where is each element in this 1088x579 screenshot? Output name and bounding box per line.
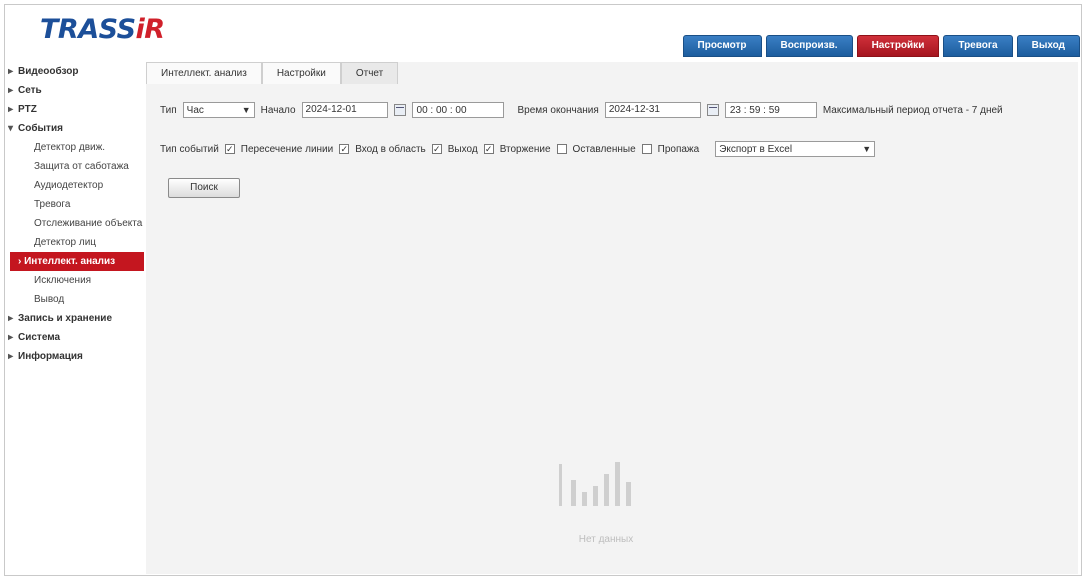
- tab-settings[interactable]: Настройки: [261, 62, 341, 84]
- sidebar-item-storage[interactable]: ▸ Запись и хранение: [8, 309, 144, 328]
- filter-row: Тип Час ▼ Начало 2024-12-01 00 : 00 : 00 …: [160, 102, 1003, 118]
- nav-playback-button[interactable]: Воспроизв.: [765, 35, 853, 57]
- event-type-label: Тип событий: [160, 143, 219, 155]
- option-label: Оставленные: [572, 143, 636, 155]
- checkbox-left-object[interactable]: [556, 144, 567, 154]
- sidebar-item-ptz[interactable]: ▸ PTZ: [8, 100, 144, 119]
- chevron-right-icon: ▸: [8, 313, 14, 324]
- sidebar-item-events[interactable]: ▾ События: [8, 119, 144, 138]
- start-date-field[interactable]: 2024-12-01: [301, 102, 388, 118]
- chevron-down-icon: ▼: [862, 144, 872, 154]
- calendar-icon[interactable]: [706, 104, 719, 116]
- tab-analytics[interactable]: Интеллект. анализ: [146, 62, 262, 84]
- settings-sidebar: ▸ Видеообзор ▸ Сеть ▸ PTZ ▾ События Детектор…: [8, 62, 144, 572]
- sidebar-item-network[interactable]: ▸ Сеть: [8, 81, 144, 100]
- trassir-logo: TRASSiR: [40, 14, 165, 45]
- end-label: Время окончания: [517, 104, 599, 116]
- end-time-field[interactable]: 23 : 59 : 59: [724, 102, 817, 118]
- start-time-field[interactable]: 00 : 00 : 00: [411, 102, 504, 118]
- option-label: Пропажа: [657, 143, 700, 155]
- sidebar-item-tamper[interactable]: Защита от саботажа: [8, 157, 144, 176]
- checkbox-exit[interactable]: ✓: [431, 144, 442, 154]
- chevron-right-icon: ▸: [8, 66, 14, 77]
- chevron-down-icon: ▼: [241, 105, 251, 115]
- main-content: Интеллект. анализ Настройки Отчет Тип Ча…: [146, 62, 1078, 574]
- empty-state-label: Нет данных: [578, 534, 634, 545]
- start-label: Начало: [260, 104, 296, 116]
- option-label: Выход: [447, 143, 478, 155]
- sidebar-item-audio[interactable]: Аудиодетектор: [8, 176, 144, 195]
- option-label: Пересечение линии: [240, 143, 334, 155]
- sidebar-item-info[interactable]: ▸ Информация: [8, 347, 144, 366]
- sidebar-item-alarm[interactable]: Тревога: [8, 195, 144, 214]
- checkbox-region-entry[interactable]: ✓: [339, 144, 350, 154]
- type-select[interactable]: Час ▼: [182, 102, 255, 118]
- checkbox-intrusion[interactable]: ✓: [483, 144, 494, 154]
- option-label: Вход в область: [355, 143, 426, 155]
- content-tabs: Интеллект. анализ Настройки Отчет: [146, 62, 399, 84]
- sidebar-item-analytics[interactable]: › Интеллект. анализ: [10, 252, 144, 271]
- empty-chart-placeholder: Нет данных: [551, 452, 661, 545]
- sidebar-item-face[interactable]: Детектор лиц: [8, 233, 144, 252]
- tab-report[interactable]: Отчет: [340, 62, 399, 84]
- nav-live-view-button[interactable]: Просмотр: [682, 35, 762, 57]
- sidebar-item-video[interactable]: ▸ Видеообзор: [8, 62, 144, 81]
- type-label: Тип: [160, 104, 177, 116]
- sidebar-item-system[interactable]: ▸ Система: [8, 328, 144, 347]
- calendar-icon[interactable]: [393, 104, 406, 116]
- chevron-right-icon: ▸: [8, 332, 14, 343]
- event-type-row: Тип событий ✓ Пересечение линии ✓ Вход в о…: [160, 141, 876, 157]
- sidebar-item-motion[interactable]: Детектор движ.: [8, 138, 144, 157]
- option-label: Вторжение: [499, 143, 551, 155]
- search-button[interactable]: Поиск: [168, 178, 240, 198]
- end-date-field[interactable]: 2024-12-31: [604, 102, 701, 118]
- period-hint: Максимальный период отчета - 7 дней: [822, 104, 1003, 116]
- sidebar-item-tracking[interactable]: Отслеживание объекта: [8, 214, 144, 233]
- sidebar-item-output[interactable]: Вывод: [8, 290, 144, 309]
- chevron-right-icon: ▸: [8, 351, 14, 362]
- nav-alarm-button[interactable]: Тревога: [943, 35, 1013, 57]
- nav-settings-button[interactable]: Настройки: [856, 35, 940, 57]
- export-select[interactable]: Экспорт в Excel ▼: [715, 141, 876, 157]
- sidebar-item-exceptions[interactable]: Исключения: [8, 271, 144, 290]
- bar-chart-icon: [559, 462, 631, 506]
- chevron-right-icon: ▸: [8, 85, 14, 96]
- nav-logout-button[interactable]: Выход: [1016, 35, 1080, 57]
- checkbox-missing-object[interactable]: [641, 144, 652, 154]
- checkbox-line-crossing[interactable]: ✓: [224, 144, 235, 154]
- chevron-right-icon: ▸: [8, 104, 14, 115]
- chevron-down-icon: ▾: [8, 123, 14, 134]
- top-navigation: Просмотр Воспроизв. Настройки Тревога Вы…: [682, 35, 1080, 57]
